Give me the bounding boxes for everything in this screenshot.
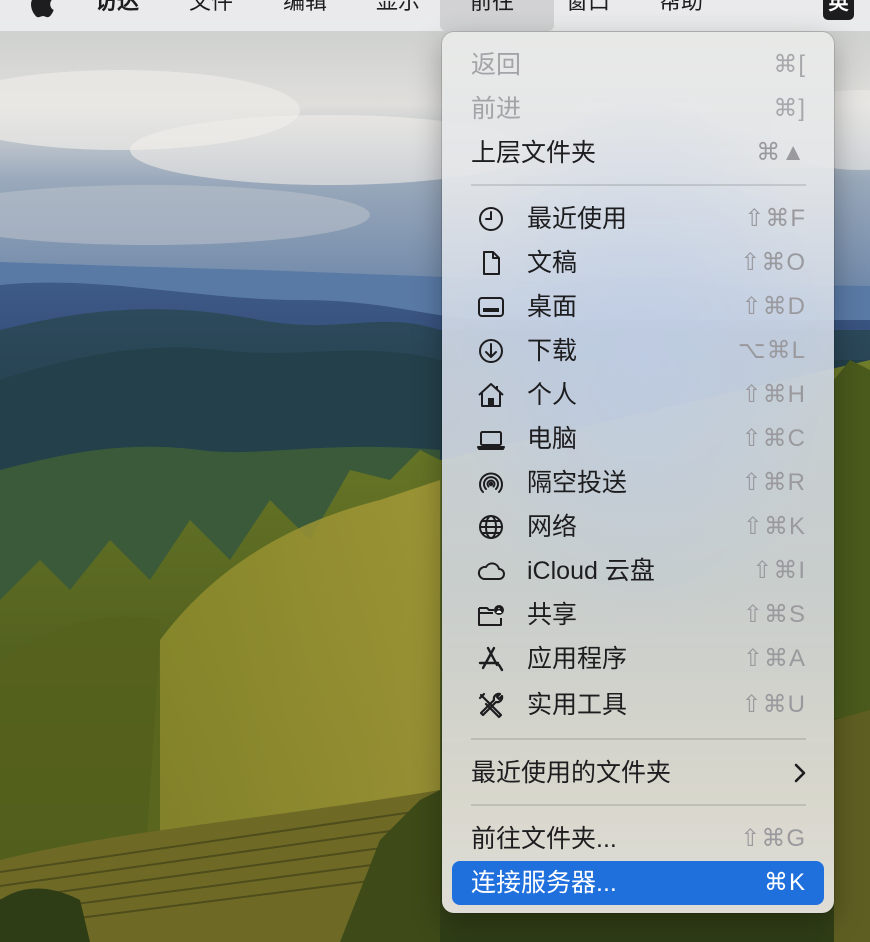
chevron-right-icon — [794, 763, 806, 783]
menu-item-label: 电脑 — [527, 425, 578, 453]
input-method-indicator[interactable]: 英 — [823, 0, 854, 20]
shortcut-label: ⇧⌘R — [741, 469, 806, 496]
menu-item-documents[interactable]: 文稿 ⇧⌘O — [442, 241, 834, 285]
clock-icon — [476, 204, 506, 234]
menu-item-label: 桌面 — [527, 293, 578, 321]
menu-item-shared[interactable]: 共享 ⇧⌘S — [442, 593, 834, 637]
menu-item-computer[interactable]: 电脑 ⇧⌘C — [442, 417, 834, 461]
menubar-file[interactable]: 文件 — [189, 0, 233, 31]
menu-item-recents[interactable]: 最近使用 ⇧⌘F — [442, 197, 834, 241]
apple-logo-icon[interactable] — [27, 0, 55, 20]
shortcut-label: ⇧⌘G — [740, 825, 806, 852]
airdrop-icon — [476, 468, 506, 498]
applications-icon — [476, 644, 506, 674]
menu-item-label: 返回 — [471, 51, 522, 79]
menubar-view[interactable]: 显示 — [376, 0, 420, 31]
shortcut-label: ⇧⌘A — [742, 645, 806, 672]
cloud-icon — [476, 556, 506, 586]
shortcut-label: ⇧⌘D — [741, 293, 806, 320]
menu-item-label: 实用工具 — [527, 691, 628, 719]
menu-item-go-to-folder[interactable]: 前往文件夹... ⇧⌘G — [442, 817, 834, 861]
menu-item-enclosing-folder[interactable]: 上层文件夹 ⌘▲ — [442, 131, 834, 175]
utilities-icon — [476, 690, 506, 720]
menubar-window[interactable]: 窗口 — [566, 0, 610, 31]
menu-separator — [471, 738, 806, 740]
shortcut-label: ⇧⌘C — [741, 425, 806, 452]
shortcut-label: ⌘K — [763, 869, 806, 896]
menu-item-label: 最近使用的文件夹 — [471, 759, 672, 787]
menu-separator — [471, 804, 806, 806]
shortcut-label: ⌥⌘L — [737, 337, 806, 364]
menubar-app-name[interactable]: 访达 — [95, 0, 139, 31]
menu-item-label: 隔空投送 — [527, 469, 628, 497]
menu-bar: 访达 文件 编辑 显示 前往 窗口 帮助 英 — [0, 0, 870, 31]
menu-item-label: 连接服务器... — [471, 869, 617, 897]
desktop-icon — [476, 292, 506, 322]
menubar-help[interactable]: 帮助 — [659, 0, 703, 31]
menu-item-label: 下载 — [527, 337, 578, 365]
menu-item-back[interactable]: 返回 ⌘[ — [442, 43, 834, 87]
shortcut-label: ⇧⌘O — [740, 249, 806, 276]
menu-item-label: 最近使用 — [527, 205, 628, 233]
download-icon — [476, 336, 506, 366]
menu-item-label: 上层文件夹 — [471, 139, 597, 167]
menu-item-downloads[interactable]: 下载 ⌥⌘L — [442, 329, 834, 373]
shortcut-label: ⌘] — [773, 95, 806, 122]
menu-item-applications[interactable]: 应用程序 ⇧⌘A — [442, 637, 834, 681]
shortcut-label: ⌘▲ — [756, 139, 806, 166]
menu-item-connect-to-server[interactable]: 连接服务器... ⌘K — [442, 861, 834, 905]
shortcut-label: ⌘[ — [773, 51, 806, 78]
menu-item-airdrop[interactable]: 隔空投送 ⇧⌘R — [442, 461, 834, 505]
menu-item-forward[interactable]: 前进 ⌘] — [442, 87, 834, 131]
globe-icon — [476, 512, 506, 542]
shortcut-label: ⇧⌘K — [742, 513, 806, 540]
menu-item-label: 共享 — [527, 601, 578, 629]
menu-item-desktop[interactable]: 桌面 ⇧⌘D — [442, 285, 834, 329]
menu-item-label: 文稿 — [527, 249, 578, 277]
shortcut-label: ⇧⌘I — [752, 557, 806, 584]
menubar-go[interactable]: 前往 — [440, 0, 554, 31]
menu-separator — [471, 184, 806, 186]
shared-folder-icon — [476, 600, 506, 630]
menu-item-label: iCloud 云盘 — [527, 557, 655, 585]
menu-item-label: 前往文件夹... — [471, 825, 617, 853]
document-icon — [476, 248, 506, 278]
shortcut-label: ⇧⌘U — [741, 691, 806, 718]
menu-item-recent-folders[interactable]: 最近使用的文件夹 — [442, 751, 834, 795]
menu-item-icloud-drive[interactable]: iCloud 云盘 ⇧⌘I — [442, 549, 834, 593]
menu-item-network[interactable]: 网络 ⇧⌘K — [442, 505, 834, 549]
laptop-icon — [476, 424, 506, 454]
go-menu-dropdown: 返回 ⌘[ 前进 ⌘] 上层文件夹 ⌘▲ 最近使用 ⇧⌘F 文稿 ⇧⌘O 桌面 … — [442, 32, 834, 913]
menu-item-label: 前进 — [471, 95, 522, 123]
menu-item-label: 应用程序 — [527, 645, 628, 673]
shortcut-label: ⇧⌘S — [742, 601, 806, 628]
menu-item-label: 个人 — [527, 381, 578, 409]
menubar-edit[interactable]: 编辑 — [283, 0, 327, 31]
shortcut-label: ⇧⌘F — [744, 205, 806, 232]
menu-item-utilities[interactable]: 实用工具 ⇧⌘U — [442, 683, 834, 727]
home-icon — [476, 380, 506, 410]
menu-item-label: 网络 — [527, 513, 578, 541]
shortcut-label: ⇧⌘H — [741, 381, 806, 408]
menu-item-home[interactable]: 个人 ⇧⌘H — [442, 373, 834, 417]
